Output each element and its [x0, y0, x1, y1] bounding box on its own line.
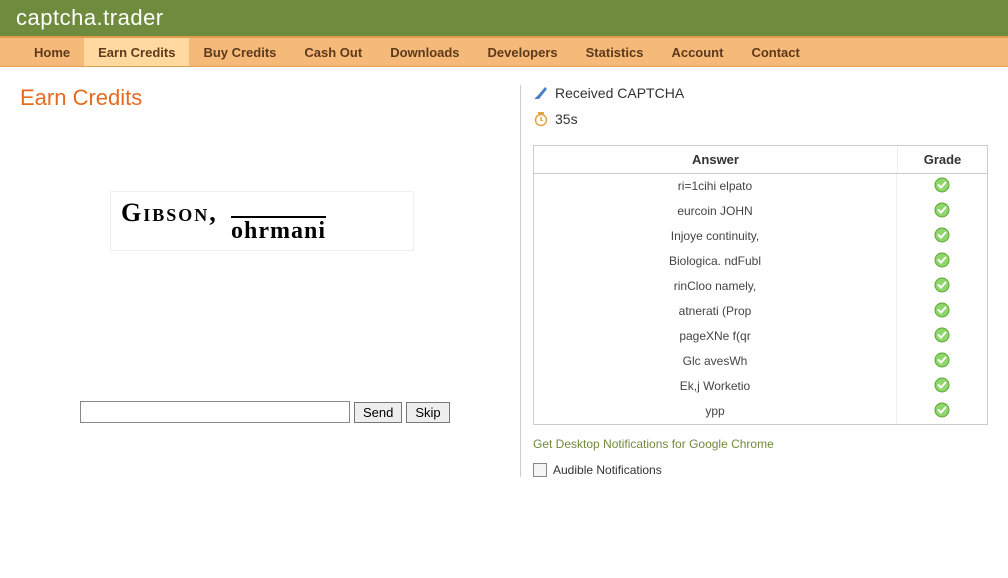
- feather-icon: [533, 85, 549, 101]
- nav-item-cash-out[interactable]: Cash Out: [290, 38, 376, 66]
- table-row: atnerati (Prop: [534, 299, 987, 324]
- nav-item-account[interactable]: Account: [657, 38, 737, 66]
- answer-cell: eurcoin JOHN: [534, 199, 897, 224]
- check-ok-icon: [934, 177, 950, 193]
- check-ok-icon: [934, 327, 950, 343]
- check-ok-icon: [934, 352, 950, 368]
- table-row: Ek,j Worketio: [534, 374, 987, 399]
- audible-label: Audible Notifications: [553, 463, 662, 477]
- table-row: Biologica. ndFubl: [534, 249, 987, 274]
- table-row: ri=1cihi elpato: [534, 174, 987, 199]
- status-received: Received CAPTCHA: [533, 85, 988, 101]
- nav-item-buy-credits[interactable]: Buy Credits: [189, 38, 290, 66]
- check-ok-icon: [934, 202, 950, 218]
- table-row: eurcoin JOHN: [534, 199, 987, 224]
- grade-cell: [897, 249, 987, 274]
- captcha-text-line2: ohrmani: [111, 218, 413, 245]
- grade-cell: [897, 224, 987, 249]
- skip-button[interactable]: Skip: [406, 402, 449, 423]
- answer-cell: ri=1cihi elpato: [534, 174, 897, 199]
- grade-cell: [897, 174, 987, 199]
- answer-cell: Ek,j Worketio: [534, 374, 897, 399]
- check-ok-icon: [934, 277, 950, 293]
- captcha-image: Gibson, ohrmani: [110, 191, 414, 251]
- check-ok-icon: [934, 402, 950, 418]
- chrome-notifications-link[interactable]: Get Desktop Notifications for Google Chr…: [533, 437, 988, 451]
- input-row: Send Skip: [80, 401, 520, 423]
- audible-checkbox[interactable]: [533, 463, 547, 477]
- history-header: Answer Grade: [534, 146, 987, 174]
- nav-item-earn-credits[interactable]: Earn Credits: [84, 38, 189, 66]
- answer-cell: Glc avesWh: [534, 349, 897, 374]
- answer-cell: rinCloo namely,: [534, 274, 897, 299]
- table-row: rinCloo namely,: [534, 274, 987, 299]
- answer-cell: Injoye continuity,: [534, 224, 897, 249]
- status-timer: 35s: [533, 111, 988, 127]
- header-answer: Answer: [534, 146, 897, 173]
- table-row: Injoye continuity,: [534, 224, 987, 249]
- check-ok-icon: [934, 377, 950, 393]
- header: captcha.trader: [0, 0, 1008, 36]
- grade-cell: [897, 399, 987, 424]
- grade-cell: [897, 274, 987, 299]
- answer-cell: pageXNe f(qr: [534, 324, 897, 349]
- grade-cell: [897, 299, 987, 324]
- right-column: Received CAPTCHA 35s Answer Grade ri=1ci…: [520, 85, 988, 477]
- content: Earn Credits Gibson, ohrmani Send Skip R…: [0, 67, 1008, 495]
- history-table: Answer Grade ri=1cihi elpatoeurcoin JOHN…: [533, 145, 988, 425]
- navbar: HomeEarn CreditsBuy CreditsCash OutDownl…: [0, 36, 1008, 67]
- grade-cell: [897, 199, 987, 224]
- grade-cell: [897, 324, 987, 349]
- grade-cell: [897, 349, 987, 374]
- nav-item-downloads[interactable]: Downloads: [376, 38, 473, 66]
- check-ok-icon: [934, 252, 950, 268]
- clock-icon: [533, 111, 549, 127]
- answer-cell: atnerati (Prop: [534, 299, 897, 324]
- nav-item-home[interactable]: Home: [20, 38, 84, 66]
- status-received-label: Received CAPTCHA: [555, 85, 684, 101]
- status-timer-label: 35s: [555, 111, 578, 127]
- table-row: ypp: [534, 399, 987, 424]
- logo: captcha.trader: [16, 5, 164, 31]
- table-row: pageXNe f(qr: [534, 324, 987, 349]
- nav-item-statistics[interactable]: Statistics: [572, 38, 658, 66]
- nav-item-developers[interactable]: Developers: [474, 38, 572, 66]
- answer-input[interactable]: [80, 401, 350, 423]
- audible-row: Audible Notifications: [533, 463, 988, 477]
- check-ok-icon: [934, 227, 950, 243]
- page-title: Earn Credits: [20, 85, 520, 111]
- check-ok-icon: [934, 302, 950, 318]
- header-grade: Grade: [897, 146, 987, 173]
- grade-cell: [897, 374, 987, 399]
- left-column: Earn Credits Gibson, ohrmani Send Skip: [20, 85, 520, 477]
- send-button[interactable]: Send: [354, 402, 402, 423]
- answer-cell: ypp: [534, 399, 897, 424]
- answer-cell: Biologica. ndFubl: [534, 249, 897, 274]
- nav-item-contact[interactable]: Contact: [737, 38, 813, 66]
- table-row: Glc avesWh: [534, 349, 987, 374]
